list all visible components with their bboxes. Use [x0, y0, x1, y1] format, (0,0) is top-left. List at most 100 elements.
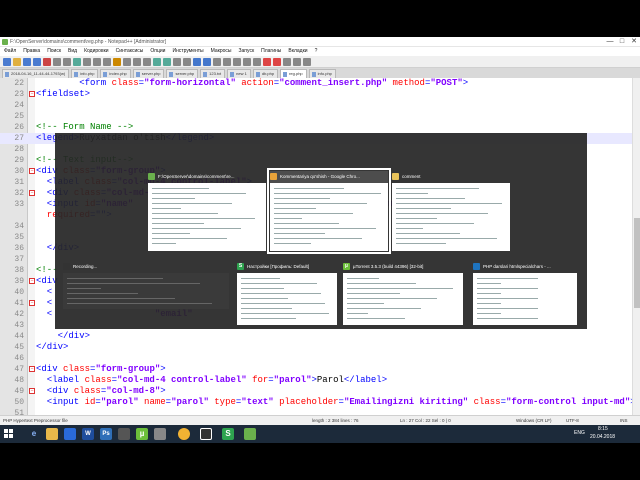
toolbar-button[interactable]	[233, 58, 241, 66]
menu-item[interactable]: Поиск	[47, 47, 61, 56]
menu-item[interactable]: Макросы	[211, 47, 232, 56]
file-tab[interactable]: server.php	[132, 69, 165, 78]
code-line[interactable]: 46	[0, 353, 632, 364]
app-icon-2[interactable]	[154, 428, 166, 440]
menu-item[interactable]: Кодировки	[84, 47, 109, 56]
menu-item[interactable]: Опции	[150, 47, 165, 56]
toolbar-button[interactable]	[13, 58, 21, 66]
toolbar-button[interactable]	[143, 58, 151, 66]
toolbar-button[interactable]	[173, 58, 181, 66]
fold-toggle-icon[interactable]: −	[29, 300, 35, 306]
file-tab[interactable]: server.php	[166, 69, 199, 78]
toolbar-button[interactable]	[263, 58, 271, 66]
toolbar-button[interactable]	[123, 58, 131, 66]
toolbar-button[interactable]	[93, 58, 101, 66]
toolbar-button[interactable]	[193, 58, 201, 66]
fold-toggle-icon[interactable]: −	[29, 366, 35, 372]
menu-item[interactable]: ?	[315, 47, 318, 56]
app-icon[interactable]	[118, 428, 130, 440]
fold-toggle-icon[interactable]: −	[29, 388, 35, 394]
scrollbar-thumb[interactable]	[634, 218, 640, 308]
toolbar-button[interactable]	[203, 58, 211, 66]
menu-item[interactable]: Запуск	[239, 47, 255, 56]
toolbar-button[interactable]	[223, 58, 231, 66]
close-button[interactable]: ✕	[628, 38, 640, 46]
file-tab[interactable]: 123.txt	[200, 69, 226, 78]
toolbar-button[interactable]	[33, 58, 41, 66]
toolbar-button[interactable]	[213, 58, 221, 66]
steam-like-icon[interactable]: S	[222, 428, 234, 440]
toolbar-button[interactable]	[63, 58, 71, 66]
menu-item[interactable]: Плагины	[261, 47, 281, 56]
toolbar-button[interactable]	[303, 58, 311, 66]
code-line[interactable]: 45 </div>	[0, 342, 632, 353]
photoshop-icon[interactable]: Ps	[100, 428, 112, 440]
alt-tab-window-thumbnail[interactable]: F:\OpenServer\domains\comment\re...	[148, 171, 266, 251]
toolbar-button[interactable]	[53, 58, 61, 66]
title-bar[interactable]: F:\OpenServer\domains\comment\reg.php - …	[0, 37, 640, 47]
toolbar-button[interactable]	[283, 58, 291, 66]
file-tab[interactable]: new 1	[227, 69, 251, 78]
fold-toggle-icon[interactable]: −	[29, 278, 35, 284]
toolbar-button[interactable]	[293, 58, 301, 66]
menu-item[interactable]: Правка	[23, 47, 40, 56]
toolbar-button[interactable]	[43, 58, 51, 66]
toolbar-button[interactable]	[73, 58, 81, 66]
minimize-button[interactable]: —	[604, 38, 616, 46]
toolbar-button[interactable]	[113, 58, 121, 66]
toolbar-button[interactable]	[273, 58, 281, 66]
file-tab[interactable]: info.php	[308, 69, 336, 78]
toolbar-button[interactable]	[253, 58, 261, 66]
word-icon[interactable]: W	[82, 428, 94, 440]
alt-tab-window-thumbnail[interactable]: Kommentariya qo'shish - Google Chro...	[267, 168, 391, 254]
code-line[interactable]: 48 <label class="col-md-4 control-label"…	[0, 375, 632, 386]
store-icon[interactable]	[64, 428, 76, 440]
menu-item[interactable]: Синтаксисы	[116, 47, 144, 56]
toolbar-button[interactable]	[133, 58, 141, 66]
clock-time[interactable]: 8:15	[598, 426, 608, 432]
toolbar-button[interactable]	[183, 58, 191, 66]
toolbar-button[interactable]	[153, 58, 161, 66]
toolbar-button[interactable]	[23, 58, 31, 66]
chrome-icon[interactable]	[178, 428, 190, 440]
file-tab[interactable]: db.php	[252, 69, 279, 78]
code-line[interactable]: 23− <fieldset>	[0, 89, 632, 100]
menu-item[interactable]: Файл	[4, 47, 16, 56]
file-tab[interactable]: index.php	[100, 69, 131, 78]
code-line[interactable]: 22 <form class="form-horizontal" action=…	[0, 78, 632, 89]
menu-item[interactable]: Инструменты	[172, 47, 203, 56]
code-line[interactable]: 49− <div class="col-md-8">	[0, 386, 632, 397]
code-line[interactable]: 26 <!-- Form Name -->	[0, 122, 632, 133]
alt-tab-window-thumbnail[interactable]: µ µTorrent 3.5.3 (build 44396) [32-bit]	[343, 261, 463, 325]
code-line[interactable]: 50 <input id="parol" name="parol" type="…	[0, 397, 635, 408]
recorder-icon[interactable]	[200, 428, 212, 440]
toolbar-button[interactable]	[103, 58, 111, 66]
edge-icon[interactable]: e	[28, 428, 40, 440]
language-indicator[interactable]: ENG	[574, 430, 585, 436]
file-tab[interactable]: reg.php	[280, 69, 307, 78]
menu-item[interactable]: Вид	[68, 47, 77, 56]
code-line[interactable]: 25	[0, 111, 632, 122]
alt-tab-window-thumbnail[interactable]: S Настройки [Профиль: Default]	[237, 261, 337, 325]
code-line[interactable]: 24	[0, 100, 632, 111]
file-explorer-icon[interactable]	[46, 428, 58, 440]
code-line[interactable]: 44 </div>	[0, 331, 632, 342]
alt-tab-window-thumbnail[interactable]: PHP darslari htmlspecialchars - ...	[473, 261, 577, 325]
toolbar-button[interactable]	[243, 58, 251, 66]
vertical-scrollbar[interactable]	[632, 78, 640, 415]
toolbar-button[interactable]	[163, 58, 171, 66]
toolbar-button[interactable]	[3, 58, 11, 66]
fold-toggle-icon[interactable]: −	[29, 190, 35, 196]
file-tab[interactable]: 2018-04-16_11-44-44-1793(w)	[2, 69, 70, 78]
alt-tab-window-thumbnail[interactable]: comment	[392, 171, 510, 251]
toolbar-button[interactable]	[83, 58, 91, 66]
alt-tab-window-thumbnail[interactable]: Recording...	[63, 261, 229, 309]
clock-date[interactable]: 20.04.2018	[590, 434, 615, 440]
maximize-button[interactable]: □	[616, 38, 628, 46]
menu-item[interactable]: Вкладки	[288, 47, 307, 56]
fold-toggle-icon[interactable]: −	[29, 168, 35, 174]
windows-start-icon[interactable]	[4, 429, 14, 439]
code-line[interactable]: 47− <div class="form-group">	[0, 364, 632, 375]
file-tab[interactable]: info.php	[71, 69, 99, 78]
utorrent-icon[interactable]: µ	[136, 428, 148, 440]
